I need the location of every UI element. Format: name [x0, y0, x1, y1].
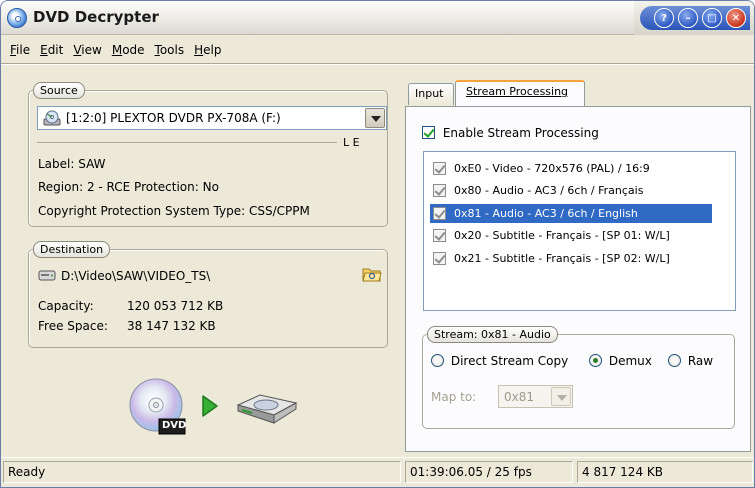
title-bar[interactable]: DVD Decrypter ? – □ ✕: [1, 1, 754, 35]
capacity-label: Capacity:: [38, 299, 94, 313]
app-window: DVD Decrypter ? – □ ✕ File Edit View Mod…: [0, 0, 755, 488]
map-to-value: 0x81: [504, 390, 535, 404]
hard-drive-icon: [38, 270, 56, 281]
copyright-info: Copyright Protection System Type: CSS/CP…: [38, 204, 310, 218]
chevron-down-icon[interactable]: [365, 108, 385, 128]
checkbox-icon: [422, 126, 435, 139]
menu-help[interactable]: Help: [189, 41, 226, 61]
menu-edit[interactable]: Edit: [35, 41, 68, 61]
browse-folder-icon[interactable]: [362, 265, 382, 283]
menu-tools[interactable]: Tools: [150, 41, 190, 61]
menu-file[interactable]: File: [5, 41, 35, 61]
radio-icon: [431, 354, 444, 367]
title-buttons: ? – □ ✕: [640, 6, 750, 30]
decrypt-button[interactable]: DVD: [126, 377, 186, 437]
enable-stream-processing-checkbox[interactable]: Enable Stream Processing: [422, 125, 599, 143]
stream-label: 0x20 - Subtitle - Français - [SP 01: W/L…: [454, 229, 670, 242]
enable-stream-processing-label: Enable Stream Processing: [442, 125, 599, 140]
list-item[interactable]: 0xE0 - Video - 720x576 (PAL) / 16:9: [430, 159, 712, 178]
radio-direct-label: Direct Stream Copy: [450, 353, 569, 368]
source-separator: [37, 142, 337, 143]
stream-list[interactable]: 0xE0 - Video - 720x576 (PAL) / 16:9 0x80…: [423, 151, 736, 311]
stream-options-legend: Stream: 0x81 - Audio: [427, 326, 558, 343]
free-space-label: Free Space:: [38, 319, 108, 333]
free-space-value: 38 147 132 KB: [127, 319, 216, 333]
radio-icon: [668, 354, 681, 367]
stream-checkbox-icon[interactable]: [433, 184, 446, 197]
map-to-label: Map to:: [431, 390, 477, 404]
stream-checkbox-icon[interactable]: [433, 162, 446, 175]
status-bar: Ready 01:39:06.05 / 25 fps 4 817 124 KB: [1, 457, 754, 487]
dvd-badge: DVD: [162, 420, 187, 431]
help-icon[interactable]: ?: [654, 8, 674, 28]
status-size: 4 817 124 KB: [577, 461, 753, 483]
source-drive-value: [1:2:0] PLEXTOR DVDR PX-708A (F:): [66, 111, 281, 125]
list-item[interactable]: 0x80 - Audio - AC3 / 6ch / Français: [430, 181, 712, 200]
radio-raw[interactable]: Raw: [668, 353, 713, 368]
stream-label: 0x21 - Subtitle - Français - [SP 02: W/L…: [454, 252, 670, 265]
list-item[interactable]: 0x20 - Subtitle - Français - [SP 01: W/L…: [430, 226, 712, 245]
stream-checkbox-icon[interactable]: [433, 229, 446, 242]
radio-raw-label: Raw: [687, 353, 714, 368]
maximize-icon[interactable]: □: [702, 8, 722, 28]
window-title: DVD Decrypter: [33, 8, 159, 26]
destination-path[interactable]: D:\Video\SAW\VIDEO_TS\: [61, 269, 210, 283]
status-time: 01:39:06.05 / 25 fps: [405, 461, 573, 483]
menu-separator: [1, 63, 754, 65]
destination-legend: Destination: [33, 241, 111, 258]
region-info: Region: 2 - RCE Protection: No: [38, 180, 219, 194]
optical-drive-icon: [43, 110, 61, 126]
tab-stream-processing-label: Stream Processing: [466, 85, 569, 98]
status-text: Ready: [3, 461, 401, 483]
radio-demux-label: Demux: [608, 353, 652, 368]
menu-mode[interactable]: Mode: [107, 41, 150, 61]
stream-options-group: Stream: 0x81 - Audio: [422, 326, 735, 429]
capacity-value: 120 053 712 KB: [127, 299, 224, 313]
stream-checkbox-icon[interactable]: [433, 252, 446, 265]
list-item-selected[interactable]: 0x81 - Audio - AC3 / 6ch / English: [430, 204, 712, 223]
list-item[interactable]: 0x21 - Subtitle - Français - [SP 02: W/L…: [430, 249, 712, 268]
radio-direct-stream-copy[interactable]: Direct Stream Copy: [431, 353, 568, 368]
stream-label: 0x81 - Audio - AC3 / 6ch / English: [454, 207, 638, 220]
close-icon[interactable]: ✕: [726, 8, 746, 28]
tab-stream-processing[interactable]: Stream Processing: [455, 80, 585, 106]
stream-checkbox-icon[interactable]: [433, 207, 446, 220]
map-to-select[interactable]: 0x81: [498, 385, 573, 408]
menu-bar: File Edit View Mode Tools Help: [1, 41, 754, 61]
arrow-right-icon: [202, 395, 218, 417]
stream-label: 0xE0 - Video - 720x576 (PAL) / 16:9: [454, 162, 650, 175]
chevron-down-icon[interactable]: [551, 387, 571, 406]
source-flags: L E: [343, 136, 360, 149]
disc-label: Label: SAW: [38, 157, 106, 171]
source-legend: Source: [33, 82, 85, 99]
menu-view[interactable]: View: [68, 41, 106, 61]
dvd-app-icon: [7, 8, 27, 28]
source-drive-select[interactable]: [1:2:0] PLEXTOR DVDR PX-708A (F:): [37, 106, 387, 130]
radio-icon: [589, 354, 602, 367]
minimize-to-tray-icon[interactable]: –: [678, 8, 698, 28]
tab-input[interactable]: Input: [408, 83, 454, 105]
hard-disk-target-icon: [236, 394, 298, 424]
radio-demux[interactable]: Demux: [589, 353, 652, 368]
stream-label: 0x80 - Audio - AC3 / 6ch / Français: [454, 184, 644, 197]
